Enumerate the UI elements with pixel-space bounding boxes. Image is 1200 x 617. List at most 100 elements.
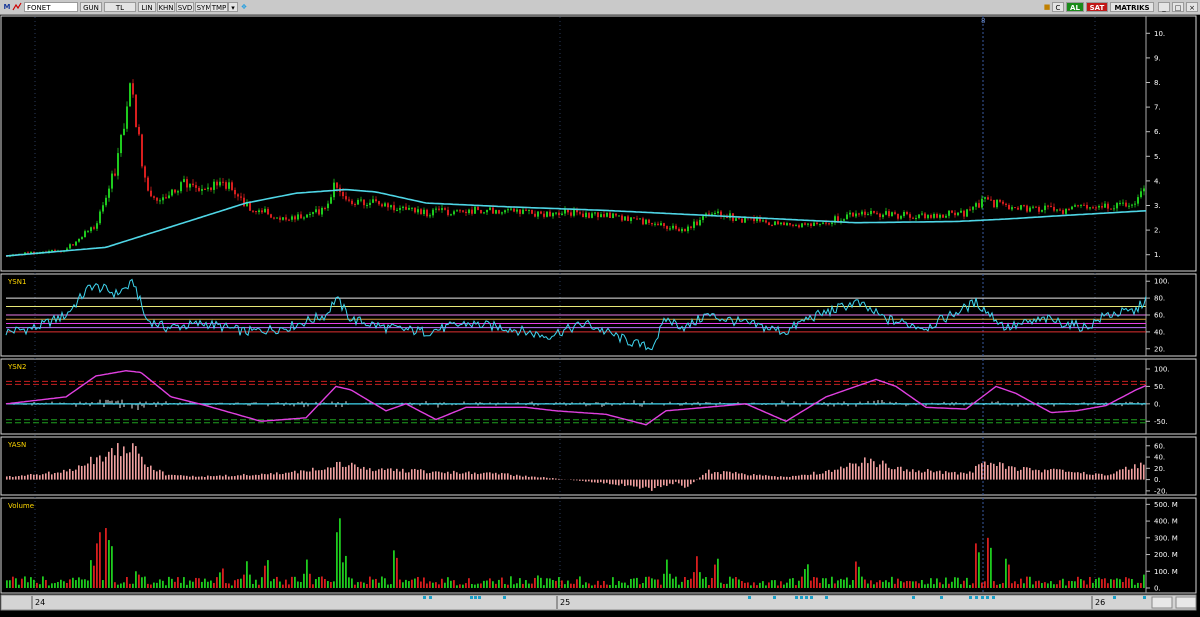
yasn-bar <box>51 474 53 480</box>
yasn-bar <box>237 475 239 480</box>
candle-body <box>264 208 266 213</box>
candle-body <box>261 210 263 213</box>
candle-body <box>30 251 32 253</box>
candle-body <box>1050 206 1052 208</box>
volume-bar <box>69 579 71 588</box>
yasn-bar <box>903 471 905 480</box>
candle-body <box>231 182 233 190</box>
volume-bar <box>1050 581 1052 588</box>
volume-bar <box>576 579 578 588</box>
candle-body <box>72 244 74 246</box>
volume-bar <box>102 580 104 588</box>
matriks-button[interactable]: MATRIKS <box>1110 2 1154 12</box>
symbol-input[interactable]: FONET <box>24 2 78 12</box>
volume-bar <box>669 573 671 588</box>
volume-bar <box>888 582 890 588</box>
dropdown-chevron-icon[interactable]: ▾ <box>228 2 238 12</box>
yasn-bar <box>1083 471 1085 480</box>
menu-m-button[interactable]: M <box>2 2 12 12</box>
candle-body <box>462 210 464 212</box>
yasn-bar <box>639 479 641 489</box>
y-tick-label: 1. <box>1154 251 1161 259</box>
yasn-bar <box>114 455 116 480</box>
candle-body <box>741 218 743 223</box>
close-icon[interactable]: × <box>1186 2 1198 12</box>
bird-icon[interactable]: ❖ <box>239 2 249 12</box>
yasn-bar <box>276 472 278 480</box>
candle-body <box>1128 205 1130 207</box>
candle-body <box>822 222 824 224</box>
volume-bar <box>21 578 23 588</box>
yasn-bar <box>810 474 812 480</box>
lock-icon[interactable]: ■ <box>1042 2 1052 12</box>
buy-al-button[interactable]: AL <box>1066 2 1084 12</box>
tmp-button[interactable]: TMP <box>210 2 228 12</box>
candle-body <box>615 213 617 216</box>
stock-chart[interactable]: 1. 2. 3. 4. 5. 6. 7. 8. 9. 10. 8 20. 40. 60. 80. 100. Y… <box>0 15 1200 617</box>
volume-bar <box>81 579 83 588</box>
volume-bar <box>822 578 824 588</box>
candle-body <box>276 217 278 219</box>
yasn-bar <box>762 475 764 480</box>
candle-body <box>825 222 827 224</box>
svd-button[interactable]: SVD <box>176 2 194 12</box>
candle-body <box>846 214 848 220</box>
yasn-bar <box>1131 468 1133 480</box>
maximize-icon[interactable]: □ <box>1172 2 1184 12</box>
candle-body <box>783 222 785 226</box>
volume-bar <box>783 584 785 588</box>
candle-body <box>348 199 350 201</box>
volume-bar <box>615 585 617 588</box>
c-button[interactable]: C <box>1052 2 1064 12</box>
linear-button[interactable]: LIN <box>138 2 156 12</box>
volume-bar <box>495 583 497 588</box>
yasn-bar <box>831 471 833 480</box>
candle-body <box>1023 205 1025 207</box>
volume-bar <box>264 565 266 588</box>
candle-body <box>315 209 317 213</box>
volume-bar <box>1140 583 1142 588</box>
volume-bar <box>240 578 242 588</box>
currency-tl-button[interactable]: TL <box>104 2 136 12</box>
yasn-bar <box>456 472 458 480</box>
candle-body <box>921 213 923 215</box>
yasn-bar <box>273 474 275 480</box>
yasn-bar <box>222 476 224 480</box>
yasn-bar <box>390 468 392 480</box>
yasn-bar <box>297 473 299 480</box>
volume-bar <box>87 580 89 588</box>
yasn-bar <box>708 469 710 480</box>
volume-bar <box>708 584 710 588</box>
candle-body <box>681 228 683 232</box>
yasn-bar <box>951 472 953 480</box>
candle-body <box>618 215 620 217</box>
volume-bar <box>1077 576 1079 588</box>
volume-bar <box>699 572 701 588</box>
volume-bar <box>882 581 884 588</box>
volume-bar <box>816 577 818 588</box>
volume-bar <box>195 577 197 588</box>
candle-body <box>420 209 422 214</box>
candle-body <box>675 225 677 229</box>
panel-frame <box>0 15 1197 272</box>
period-gun-button[interactable]: GUN <box>80 2 102 12</box>
chart-type-icon[interactable] <box>12 2 22 12</box>
candle-body <box>660 223 662 226</box>
minimize-icon[interactable]: _ <box>1158 2 1170 12</box>
khn-button[interactable]: KHN <box>157 2 175 12</box>
volume-bar <box>1092 582 1094 588</box>
yasn-bar <box>1068 471 1070 480</box>
candle-body <box>120 134 122 154</box>
volume-bar <box>579 576 581 588</box>
candle-body <box>99 211 101 224</box>
volume-bar <box>918 583 920 588</box>
volume-bar <box>795 585 797 588</box>
volume-bar <box>432 582 434 588</box>
sell-sat-button[interactable]: SAT <box>1086 2 1108 12</box>
yasn-bar <box>963 472 965 480</box>
volume-bar <box>675 576 677 588</box>
yasn-bar <box>714 472 716 480</box>
toolbar: M FONET GUN TL LIN KHN SVD SYM TMP ▾ ❖ ■… <box>0 0 1200 15</box>
candle-body <box>1038 206 1040 212</box>
volume-bar <box>852 580 854 588</box>
